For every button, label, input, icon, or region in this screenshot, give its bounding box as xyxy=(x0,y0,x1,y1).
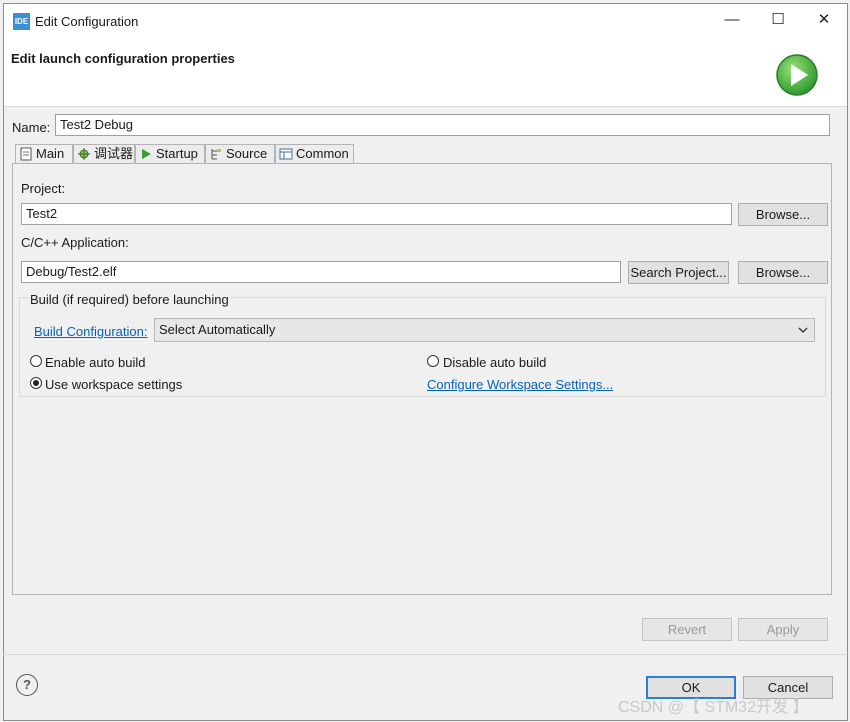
disable-auto-build-radio[interactable] xyxy=(427,355,439,367)
minimize-button[interactable]: — xyxy=(709,4,755,36)
name-label: Name: xyxy=(12,120,51,135)
enable-auto-build-radio[interactable] xyxy=(30,355,42,367)
tab-common[interactable]: Common xyxy=(275,144,354,164)
apply-button[interactable]: Apply xyxy=(738,618,828,641)
build-configuration-select[interactable]: Select Automatically xyxy=(154,318,815,342)
ide-app-icon: IDE xyxy=(13,13,30,30)
build-group-title: Build (if required) before launching xyxy=(28,292,231,307)
table-icon xyxy=(279,148,293,160)
close-button[interactable]: ✕ xyxy=(801,4,847,36)
tab-common-label: Common xyxy=(296,146,349,161)
window-title: Edit Configuration xyxy=(35,14,139,29)
revert-button[interactable]: Revert xyxy=(642,618,732,641)
header-title: Edit launch configuration properties xyxy=(11,51,235,66)
build-configuration-link[interactable]: Build Configuration: xyxy=(34,324,147,339)
play-icon xyxy=(142,149,151,159)
help-icon[interactable]: ? xyxy=(16,674,38,696)
disable-auto-build-label: Disable auto build xyxy=(443,355,547,370)
document-icon xyxy=(20,147,32,161)
tab-debugger[interactable]: 调试器 xyxy=(73,144,135,164)
tab-main[interactable]: Main xyxy=(15,144,73,165)
application-browse-button[interactable]: Browse... xyxy=(738,261,828,284)
source-icon xyxy=(211,149,221,160)
tab-startup[interactable]: Startup xyxy=(135,144,205,164)
tab-main-label: Main xyxy=(36,146,65,161)
use-workspace-settings-radio[interactable] xyxy=(30,377,42,389)
maximize-button[interactable]: ☐ xyxy=(755,4,801,36)
tab-source-label: Source xyxy=(226,146,268,161)
name-input[interactable]: Test2 Debug xyxy=(55,114,830,136)
chevron-down-icon xyxy=(798,327,808,333)
tab-debugger-label: 调试器 xyxy=(94,146,134,161)
bug-gear-icon xyxy=(78,148,90,160)
project-label: Project: xyxy=(21,181,66,196)
tab-source[interactable]: Source xyxy=(205,144,275,164)
search-project-button[interactable]: Search Project... xyxy=(628,261,729,284)
footer-separator xyxy=(3,654,846,655)
enable-auto-build-label: Enable auto build xyxy=(45,355,146,370)
green-play-icon xyxy=(776,54,818,96)
application-input[interactable]: Debug/Test2.elf xyxy=(21,261,621,283)
configure-workspace-settings-link[interactable]: Configure Workspace Settings... xyxy=(427,377,613,392)
tab-startup-label: Startup xyxy=(156,146,198,161)
project-browse-button[interactable]: Browse... xyxy=(738,203,828,226)
dialog-header: Edit launch configuration properties xyxy=(4,36,847,107)
application-label: C/C++ Application: xyxy=(21,235,129,250)
watermark: CSDN @【 STM32开发 】 xyxy=(618,699,809,716)
title-bar: IDE Edit Configuration — ☐ ✕ xyxy=(4,4,847,36)
build-configuration-value: Select Automatically xyxy=(159,322,276,337)
project-input[interactable]: Test2 xyxy=(21,203,732,225)
use-workspace-settings-label: Use workspace settings xyxy=(45,377,183,392)
